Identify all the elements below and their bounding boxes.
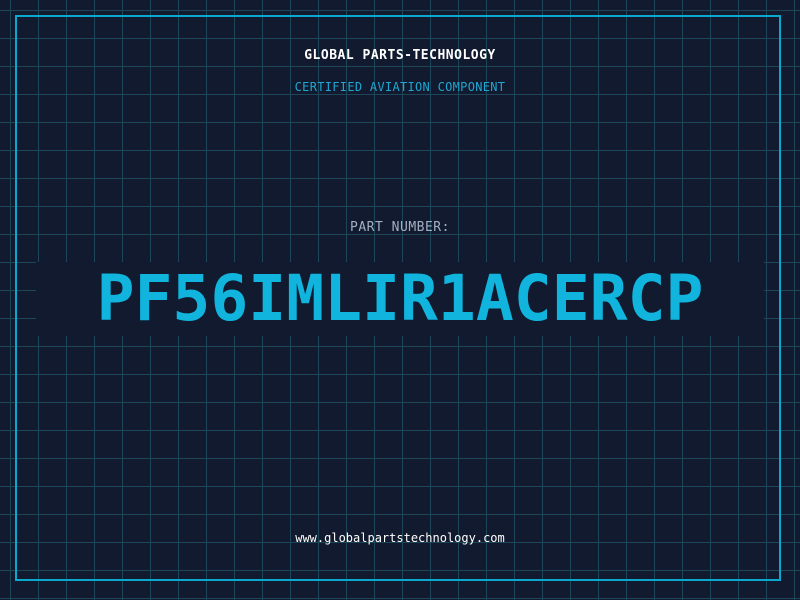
part-number-label: PART NUMBER: xyxy=(350,220,450,235)
part-number-value: PF56IMLIR1ACERCP xyxy=(96,262,704,335)
website-text: www.globalpartstechnology.com xyxy=(295,531,505,545)
company-name: GLOBAL PARTS-TECHNOLOGY xyxy=(304,48,496,63)
tagline: CERTIFIED AVIATION COMPONENT xyxy=(294,80,506,94)
part-card: GLOBAL PARTS-TECHNOLOGY CERTIFIED AVIATI… xyxy=(0,0,800,600)
